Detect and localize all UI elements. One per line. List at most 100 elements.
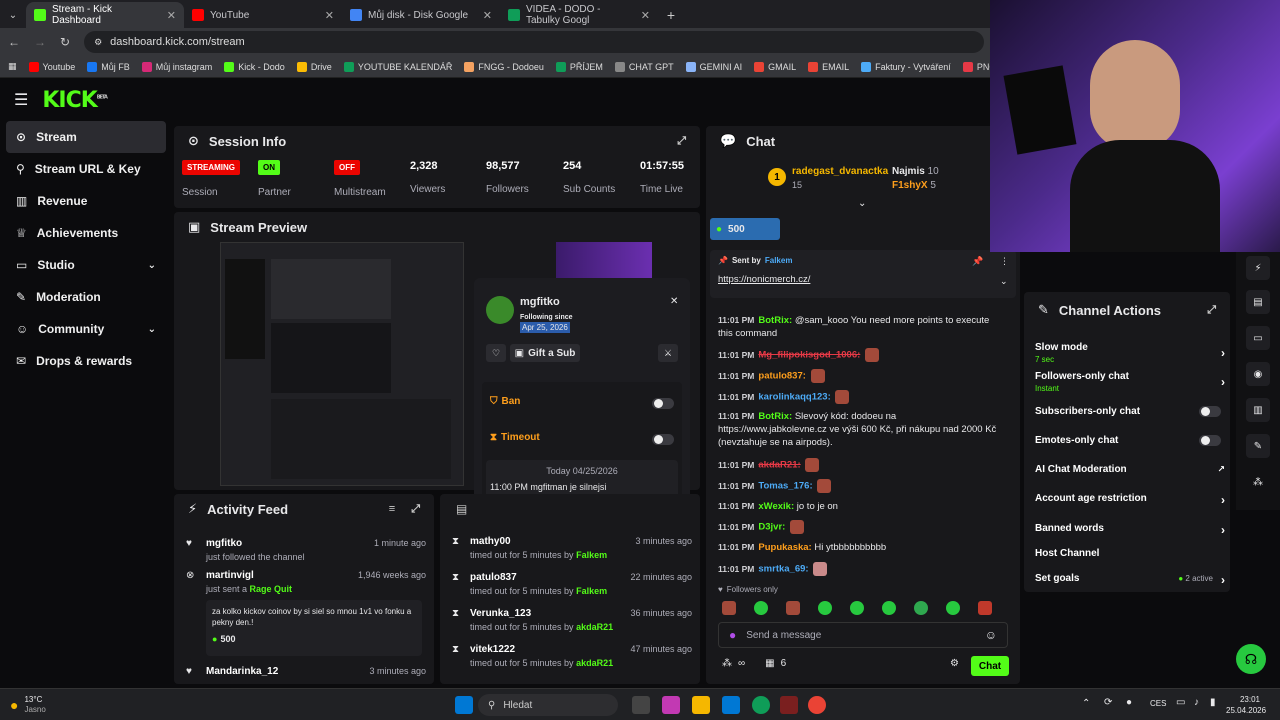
points-icon[interactable]: ⁂ [722,658,732,669]
message-user[interactable]: D3jvr: [758,522,785,533]
subscribers-only-toggle[interactable] [1199,406,1221,417]
tab-kick-dashboard[interactable]: Stream - Kick Dashboard ✕ [26,2,184,28]
url-field[interactable]: ⚙ dashboard.kick.com/stream [84,31,985,53]
bookmark-item[interactable]: CHAT GPT [614,61,674,72]
expand-icon[interactable]: ⤢ [411,503,420,516]
message-user[interactable]: BotRix: [758,315,792,326]
emote-icon[interactable] [914,601,928,615]
message-user[interactable]: Mg_filipokisgod_1006: [758,350,860,361]
more-icon[interactable]: ⋮ [1000,256,1009,267]
leader-2[interactable]: Najmis 10 [892,166,939,177]
emote-icon[interactable] [786,601,800,615]
ban-row[interactable]: ⛉ Ban [490,396,520,407]
wrench-icon[interactable]: ✎ [1246,434,1270,458]
sidebar-item-revenue[interactable]: ▥ Revenue [6,185,166,217]
new-tab-button[interactable]: + [658,2,684,28]
channel-action-slow-mode[interactable]: Slow mode 7 sec › [1035,342,1225,364]
timeout-by[interactable]: Falkem [576,550,607,560]
timeout-by[interactable]: Falkem [576,586,607,596]
outlook-icon[interactable] [722,696,740,714]
task-view-icon[interactable] [632,696,650,714]
message-user[interactable]: Tomas_176: [758,481,812,492]
channel-action-banned-words[interactable]: Banned words › [1035,523,1225,537]
emote-icon[interactable] [882,601,896,615]
filter-icon[interactable]: ≡ [389,503,395,515]
timeout-row[interactable]: ⧗ Timeout [490,432,540,443]
bookmark-item[interactable]: EMAIL [808,61,849,72]
bookmark-item[interactable]: GEMINI AI [685,61,742,72]
reload-icon[interactable]: ↻ [60,35,70,49]
tab-google-sheets[interactable]: VIDEA - DODO - Tabulky Googl ✕ [500,2,658,28]
emote-icon[interactable] [722,601,736,615]
edge-icon[interactable] [752,696,770,714]
chrome-icon[interactable] [808,696,826,714]
channel-action-host-channel[interactable]: Host Channel [1035,548,1225,559]
store-icon[interactable]: ▦ [765,658,774,669]
message-user[interactable]: karolinkaqq123: [758,392,830,403]
close-tab-icon[interactable]: ✕ [167,9,176,22]
bookmark-item[interactable]: YOUTUBE KALENDÁŘ [343,61,452,72]
bookmark-item[interactable]: Drive [296,61,332,72]
volume-icon[interactable]: ♪ [1194,697,1199,708]
bookmark-item[interactable]: PŘÍJEM [555,61,603,72]
menu-icon[interactable]: ☰ [14,90,28,110]
bookmark-item[interactable]: FNGG - Dodoeu [464,61,544,72]
channel-action-subscribers-only[interactable]: Subscribers-only chat [1035,406,1225,417]
emotes-only-toggle[interactable] [1199,435,1221,446]
close-tab-icon[interactable]: ✕ [325,9,334,22]
message-user[interactable]: BotRix: [758,411,792,422]
sidebar-item-studio[interactable]: ▭ Studio ⌄ [6,249,166,281]
preview-video[interactable] [220,242,464,486]
bookmark-item[interactable]: Youtube [28,61,75,72]
unpin-icon[interactable]: 📌 [972,256,983,267]
back-icon[interactable]: ← [8,35,20,49]
channel-action-emotes-only[interactable]: Emotes-only chat [1035,435,1225,446]
tray-sync-icon[interactable]: ⟳ [1104,697,1112,708]
message-user[interactable]: akdaR21: [758,460,800,471]
sidebar-item-community[interactable]: ☺ Community ⌄ [6,313,166,345]
chat-icon[interactable]: ▭ [1246,326,1270,350]
apps-icon[interactable]: ▦ [8,61,17,72]
channel-action-account-age[interactable]: Account age restriction › [1035,493,1225,507]
log-icon[interactable]: ▥ [1246,398,1270,422]
tab-youtube[interactable]: YouTube ✕ [184,2,342,28]
expand-icon[interactable]: ⤢ [677,135,686,148]
taskbar-search[interactable]: ⚲ Hledat [478,694,618,716]
mod-tools-icon[interactable]: ⚔ [658,344,678,362]
pinned-user[interactable]: Falkem [765,256,793,265]
leader-name[interactable]: radegast_dvanactka [792,166,888,177]
chevron-down-icon[interactable]: ⌄ [1000,276,1008,287]
emote-icon[interactable] [978,601,992,615]
site-info-icon[interactable]: ⚙ [94,37,102,48]
chat-settings-icon[interactable]: ⚙ [950,658,959,669]
file-explorer-icon[interactable] [692,696,710,714]
sidebar-item-drops[interactable]: ✉ Drops & rewards [6,345,166,377]
close-tab-icon[interactable]: ✕ [641,9,650,22]
weather-widget[interactable]: ● 13°C Jasno [10,695,46,715]
bookmark-item[interactable]: Kick - Dodo [224,61,285,72]
battery-icon[interactable]: ▮ [1210,697,1216,708]
infinity-icon[interactable]: ∞ [738,658,745,669]
tray-chevron-icon[interactable]: ⌃ [1082,698,1090,709]
microphone-icon[interactable]: ● [729,628,736,642]
heart-icon[interactable]: ♡ [486,344,506,362]
emote-icon[interactable] [754,601,768,615]
copilot-icon[interactable] [662,696,680,714]
pinned-link[interactable]: https://nonicmerch.cz/ [718,274,810,285]
goal-progress-bar[interactable]: ● 500 [710,218,780,240]
message-user[interactable]: patulo837: [758,371,806,382]
close-tab-icon[interactable]: ✕ [483,9,492,22]
emote-icon[interactable] [946,601,960,615]
bookmark-item[interactable]: Můj FB [87,61,130,72]
tab-google-drive[interactable]: Můj disk - Disk Google ✕ [342,2,500,28]
emote-icon[interactable] [850,601,864,615]
emote-icon[interactable] [818,601,832,615]
expand-icon[interactable]: ⤢ [1207,304,1216,317]
kick-logo[interactable]: KICKBETA [42,88,108,113]
network-icon[interactable]: ▭ [1176,697,1185,708]
sidebar-item-achievements[interactable]: ♕ Achievements [6,217,166,249]
sidebar-item-stream-url[interactable]: ⚲ Stream URL & Key [6,153,166,185]
channel-action-ai-moderation[interactable]: AI Chat Moderation ↗ [1035,464,1225,475]
chat-send-button[interactable]: Chat [971,656,1009,676]
channel-action-followers-only[interactable]: Followers-only chat Instant › [1035,371,1225,393]
